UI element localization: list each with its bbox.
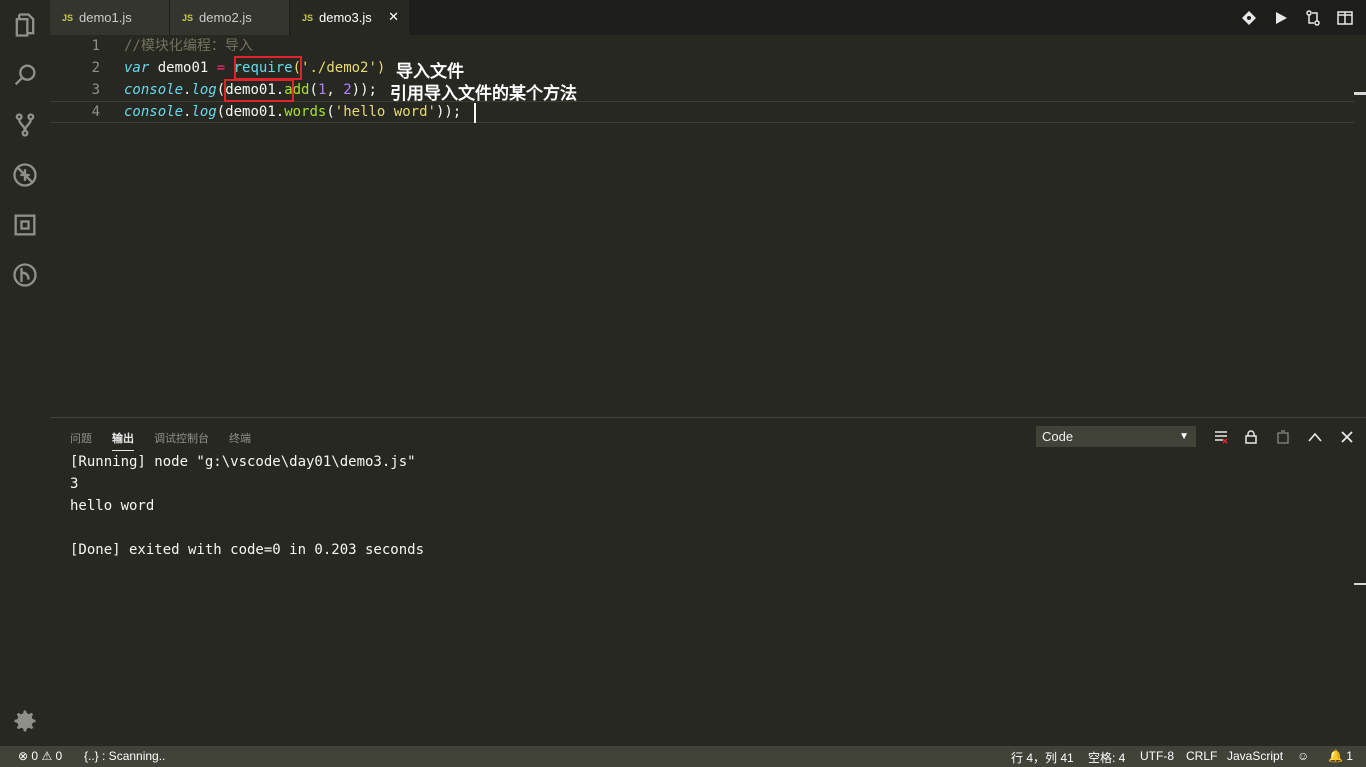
output-line: [Running] node "g:\vscode\day01\demo3.js… xyxy=(70,454,416,470)
identifier: demo01 xyxy=(149,60,217,76)
scrollbar-marker xyxy=(1354,92,1366,95)
highlight-box-require xyxy=(234,56,302,80)
output-line: [Done] exited with code=0 in 0.203 secon… xyxy=(70,542,425,558)
output-line: hello word xyxy=(70,498,155,514)
js-file-icon: JS xyxy=(302,12,314,23)
feedback-smiley-icon[interactable]: ☺ xyxy=(1297,749,1309,763)
code-line-1: //模块化编程：导入 xyxy=(124,35,253,57)
line-ending[interactable]: CRLF xyxy=(1186,749,1217,763)
module-ref: (demo01. xyxy=(216,104,285,120)
module-path: ('./demo2') xyxy=(292,60,386,76)
tab-bar: JS demo1.js JS demo2.js JS demo3.js ✕ xyxy=(50,0,1366,35)
string: 'hello word' xyxy=(334,104,436,120)
extensions-icon[interactable] xyxy=(9,209,41,241)
split-editor-icon[interactable] xyxy=(1336,9,1354,27)
error-count: 0 xyxy=(31,749,39,763)
tab-demo2[interactable]: JS demo2.js xyxy=(170,0,290,35)
debug-icon[interactable] xyxy=(9,159,41,191)
line-number: 3 xyxy=(91,82,100,98)
search-icon[interactable] xyxy=(9,59,41,91)
comma: , xyxy=(326,82,344,98)
keyword-var: var xyxy=(124,60,150,76)
compare-icon[interactable] xyxy=(1240,9,1258,27)
line-number: 4 xyxy=(91,104,100,120)
output-line: 3 xyxy=(70,476,79,492)
js-file-icon: JS xyxy=(182,12,194,23)
problems-indicator[interactable]: ⊗ 0 ⚠ 0 xyxy=(18,749,62,763)
editor-actions xyxy=(1240,0,1354,35)
tab-output[interactable]: 输出 xyxy=(112,430,134,451)
warning-count: 0 xyxy=(55,749,63,763)
source-control-icon[interactable] xyxy=(9,109,41,141)
log-method: log xyxy=(191,104,217,120)
text-cursor xyxy=(474,103,476,123)
console-object: console xyxy=(124,82,184,98)
lock-icon[interactable] xyxy=(1242,428,1260,446)
error-icon: ⊗ xyxy=(18,749,29,763)
tab-label: demo3.js xyxy=(319,10,372,25)
encoding[interactable]: UTF-8 xyxy=(1140,749,1174,763)
status-bar: ⊗ 0 ⚠ 0 {..} : Scanning.. 行 4，列 41 空格: 4… xyxy=(0,746,1366,767)
cursor-position[interactable]: 行 4，列 41 xyxy=(1011,749,1074,766)
line-number: 1 xyxy=(91,38,100,54)
paren: ( xyxy=(326,104,335,120)
operator: = xyxy=(216,60,226,76)
log-method: log xyxy=(191,82,217,98)
js-file-icon: JS xyxy=(62,12,74,23)
paren: )); xyxy=(351,82,377,98)
editor-scrollbar[interactable] xyxy=(1354,35,1366,417)
clear-output-icon[interactable] xyxy=(1212,428,1230,446)
explorer-icon[interactable] xyxy=(9,9,41,41)
warning-icon: ⚠ xyxy=(41,749,53,763)
language-mode[interactable]: JavaScript xyxy=(1227,749,1283,763)
annotation-method: 引用导入文件的某个方法 xyxy=(390,84,577,104)
activity-bar xyxy=(0,0,50,746)
select-value: Code xyxy=(1042,429,1074,444)
open-changes-icon[interactable] xyxy=(1304,9,1322,27)
code-line-4: console.log(demo01.words('hello word')); xyxy=(124,101,461,123)
run-icon[interactable] xyxy=(1272,9,1290,27)
console-object: console xyxy=(124,104,184,120)
paren: ( xyxy=(309,82,318,98)
code-editor[interactable]: 1 2 3 4 //模块化编程：导入 var demo01 = require(… xyxy=(50,35,1354,417)
notifications[interactable]: 🔔 1 xyxy=(1328,749,1353,763)
notification-count: 1 xyxy=(1346,749,1353,763)
bell-icon: 🔔 xyxy=(1328,749,1343,763)
tab-demo1[interactable]: JS demo1.js xyxy=(50,0,170,35)
tab-debug-console[interactable]: 调试控制台 xyxy=(154,430,209,446)
tab-terminal[interactable]: 终端 xyxy=(229,430,251,446)
indentation[interactable]: 空格: 4 xyxy=(1088,749,1125,766)
git-lens-icon[interactable] xyxy=(9,259,41,291)
chevron-down-icon: ▼ xyxy=(1179,431,1189,442)
paren: )); xyxy=(435,104,462,120)
scanning-status[interactable]: {..} : Scanning.. xyxy=(84,749,165,763)
method-name: words xyxy=(284,104,327,120)
maximize-panel-icon[interactable] xyxy=(1306,428,1324,446)
number: 2 xyxy=(343,82,352,98)
comment: //模块化编程：导入 xyxy=(124,38,253,54)
tab-label: demo1.js xyxy=(79,10,132,25)
scrollbar-marker xyxy=(1354,583,1366,585)
close-icon[interactable]: ✕ xyxy=(388,9,399,25)
open-log-icon[interactable] xyxy=(1274,428,1292,446)
highlight-box-module-ref xyxy=(224,79,294,102)
panel-scrollbar[interactable] xyxy=(1354,418,1366,747)
output-panel: 问题 输出 调试控制台 终端 Code ▼ [Running] node "g:… xyxy=(50,417,1366,746)
tab-problems[interactable]: 问题 xyxy=(70,430,92,446)
tab-label: demo2.js xyxy=(199,10,252,25)
gear-icon[interactable] xyxy=(9,705,41,737)
output-channel-select[interactable]: Code ▼ xyxy=(1036,426,1196,447)
line-number: 2 xyxy=(91,60,100,76)
tab-demo3[interactable]: JS demo3.js ✕ xyxy=(290,0,410,35)
